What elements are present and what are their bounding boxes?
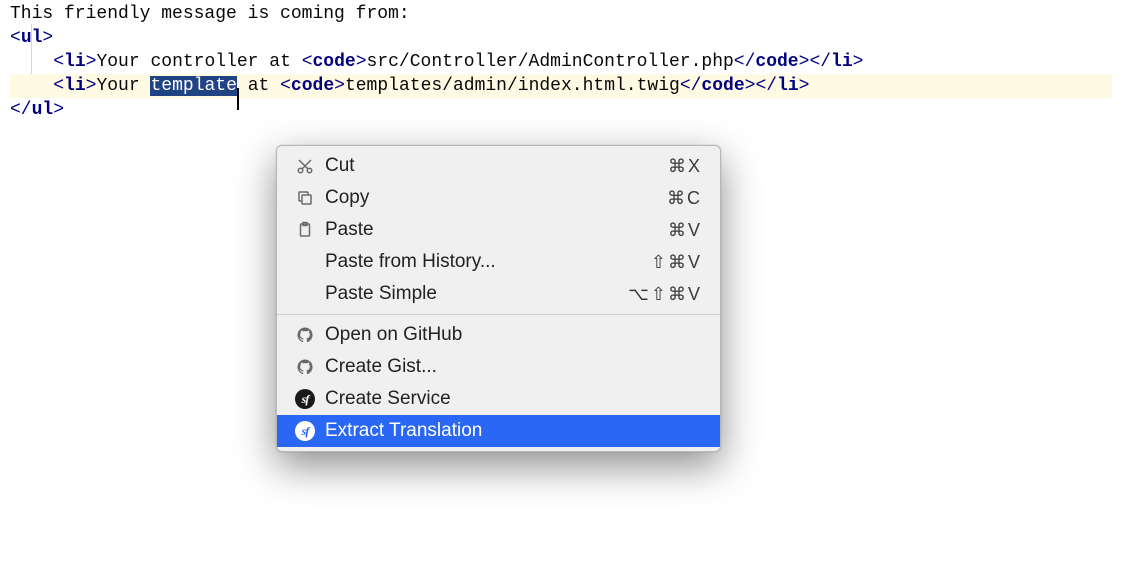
menu-item-copy[interactable]: Copy⌘C xyxy=(277,182,720,214)
menu-item-label: Copy xyxy=(319,187,667,209)
menu-item-open-on-github[interactable]: Open on GitHub xyxy=(277,319,720,351)
menu-item-label: Cut xyxy=(319,155,668,177)
menu-item-paste[interactable]: Paste⌘V xyxy=(277,214,720,246)
gh-icon xyxy=(291,325,319,345)
menu-item-create-service[interactable]: Create Service xyxy=(277,383,720,415)
menu-item-label: Paste from History... xyxy=(319,251,651,273)
code-editor[interactable]: This friendly message is coming from: <u… xyxy=(0,0,1122,124)
menu-item-label: Extract Translation xyxy=(319,420,702,442)
context-menu: Cut⌘XCopy⌘CPaste⌘VPaste from History...⇧… xyxy=(276,145,721,452)
paste-icon xyxy=(295,220,315,240)
cut-icon xyxy=(295,156,315,176)
menu-item-shortcut: ⇧⌘V xyxy=(651,252,702,273)
selected-text[interactable]: template xyxy=(150,76,236,96)
copy-icon xyxy=(291,188,319,208)
menu-item-label: Paste xyxy=(319,219,668,241)
menu-item-shortcut: ⌥⇧⌘V xyxy=(628,284,702,305)
menu-item-label: Open on GitHub xyxy=(319,324,702,346)
menu-item-cut[interactable]: Cut⌘X xyxy=(277,150,720,182)
menu-item-paste-simple[interactable]: Paste Simple⌥⇧⌘V xyxy=(277,278,720,310)
menu-item-label: Paste Simple xyxy=(319,283,628,305)
sf-icon xyxy=(291,389,319,409)
gh-icon xyxy=(295,325,315,345)
sf-icon xyxy=(291,421,319,441)
paste-icon xyxy=(291,220,319,240)
menu-item-label: Create Service xyxy=(319,388,702,410)
code-line: </ul> xyxy=(10,98,1112,122)
code-line: <li>Your controller at <code>src/Control… xyxy=(10,50,1112,74)
menu-item-extract-translation[interactable]: Extract Translation xyxy=(277,415,720,447)
symfony-icon xyxy=(295,389,315,409)
symfony-icon xyxy=(295,421,315,441)
code-line: This friendly message is coming from: xyxy=(10,2,1112,26)
cut-icon xyxy=(291,156,319,176)
code-line-active: <li>Your template at <code>templates/adm… xyxy=(10,74,1112,98)
gh-icon xyxy=(291,357,319,377)
gh-icon xyxy=(295,357,315,377)
copy-icon xyxy=(295,188,315,208)
menu-item-create-gist[interactable]: Create Gist... xyxy=(277,351,720,383)
menu-item-shortcut: ⌘V xyxy=(668,220,702,241)
code-line: <ul> xyxy=(10,26,1112,50)
menu-separator xyxy=(277,314,720,315)
menu-item-paste-from-history[interactable]: Paste from History...⇧⌘V xyxy=(277,246,720,278)
menu-item-label: Create Gist... xyxy=(319,356,702,378)
code-text: This friendly message is coming from: xyxy=(10,4,410,24)
menu-item-shortcut: ⌘C xyxy=(667,188,702,209)
menu-item-shortcut: ⌘X xyxy=(668,156,702,177)
